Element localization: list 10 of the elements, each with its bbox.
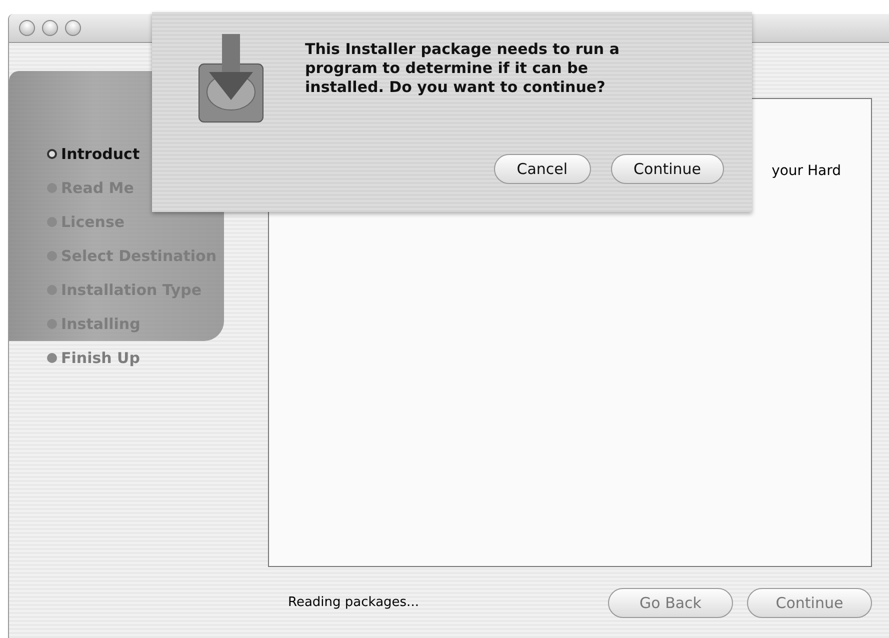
step-label: Finish Up — [61, 349, 140, 367]
status-text: Reading packages... — [288, 595, 420, 610]
step-label: Introduct — [61, 145, 140, 163]
alert-message: This Installer package needs to run a program to determine if it can be installed. Do you want to continue? — [305, 40, 620, 98]
sheet-button[interactable]: Cancel — [494, 154, 591, 184]
sheet-button[interactable]: Continue — [610, 154, 724, 184]
window-control-button[interactable] — [19, 20, 35, 36]
window-control-button[interactable] — [42, 20, 58, 36]
window-control-button[interactable] — [65, 20, 81, 36]
content-text: your Hard — [772, 163, 841, 181]
